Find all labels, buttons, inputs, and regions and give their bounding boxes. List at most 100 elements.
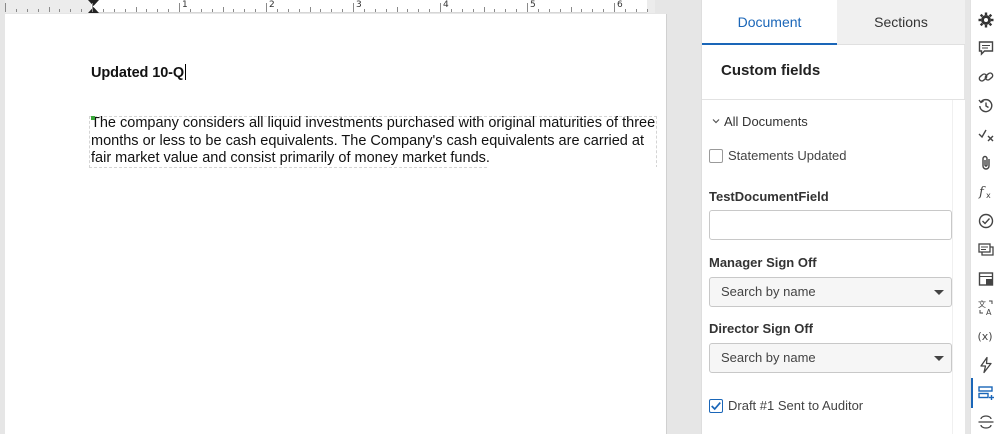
check-circle-icon[interactable] [977,212,995,230]
ruler-tick [462,9,463,12]
ruler-tick [27,9,28,12]
active-indicator [971,378,973,408]
dropdown-arrow-icon [934,356,944,361]
ruler-tick [277,9,278,12]
ruler-tick [49,7,50,12]
ruler-tick [244,9,245,12]
table-icon[interactable] [977,270,995,288]
ruler-tick [473,9,474,12]
ruler-tick [179,3,180,12]
paragraph-marker [91,116,95,120]
ruler-tick [516,9,517,12]
ruler-tick [136,7,137,12]
ruler-tick [527,3,528,12]
ruler-tick [81,9,82,12]
lightning-icon[interactable] [977,356,995,374]
ruler-number: 1 [182,0,188,10]
ruler-number: 2 [269,0,275,10]
ruler-tick [429,9,430,12]
ruler-left-margin [5,0,91,13]
ruler[interactable]: 1 2 3 4 5 6 [5,0,655,13]
link-icon[interactable] [977,68,995,86]
ruler-tick [342,9,343,12]
ruler-tick [364,9,365,12]
spellcheck-icon[interactable] [977,126,995,144]
ruler-tick [647,9,648,12]
translate-icon[interactable]: 文A [977,298,995,316]
ruler-tick [212,9,213,12]
ruler-tick [636,9,637,12]
ruler-tick [320,9,321,12]
ruler-tick [397,7,398,12]
ruler-tick [505,9,506,12]
ruler-tick [146,9,147,12]
ruler-tick [560,9,561,12]
ruler-tick [288,9,289,12]
ruler-number: 5 [530,0,536,10]
ruler-tick [538,9,539,12]
ruler-tick [353,3,354,12]
text-caret [185,64,187,80]
director-sign-off-label: Director Sign Off [709,321,814,336]
formula-icon[interactable]: fx [977,183,995,201]
ruler-tick [201,9,202,12]
comments-stack-icon[interactable] [977,241,995,259]
svg-text:x: x [986,191,991,200]
test-document-field-label: TestDocumentField [709,189,829,204]
ruler-tick [386,9,387,12]
section-break-icon[interactable] [977,413,995,431]
editor-area: 1 2 3 4 5 6 Updated 10-Q The company consider… [0,0,700,434]
draft-sent-checkbox[interactable]: Draft #1 Sent to Auditor [709,398,863,413]
manager-sign-off-select[interactable]: Search by name [709,277,952,307]
ruler-tick [5,3,6,12]
ruler-tick [494,9,495,12]
ruler-tick [440,3,441,12]
ruler-tick [603,9,604,12]
panel-scrollbar[interactable] [952,100,965,434]
ruler-tick [103,9,104,12]
indent-marker-icon[interactable] [88,0,99,13]
custom-fields-icon[interactable] [977,384,995,402]
checkmark-icon [711,402,721,411]
test-document-field-input[interactable] [709,210,952,240]
svg-text:文: 文 [978,299,986,309]
checkbox-unchecked[interactable] [709,149,723,163]
document-paragraph[interactable]: The company considers all liquid investm… [91,115,661,168]
manager-sign-off-placeholder: Search by name [721,284,816,299]
app-window: 1 2 3 4 5 6 Updated 10-Q The company consider… [0,0,1000,434]
ruler-tick [484,7,485,12]
gear-icon[interactable] [977,11,995,29]
ruler-number: 6 [617,0,623,10]
ruler-tick [92,3,93,12]
variable-icon[interactable]: (x) [977,327,995,345]
svg-text:f: f [978,185,986,200]
ruler-tick [233,9,234,12]
ruler-tick [331,9,332,12]
ruler-tick [125,9,126,12]
attachment-icon[interactable] [977,154,995,172]
history-icon[interactable] [977,97,995,115]
document-title[interactable]: Updated 10-Q [91,64,187,81]
ruler-tick [70,9,71,12]
tab-document[interactable]: Document [702,0,837,45]
ruler-tick [571,7,572,12]
ruler-tick [157,9,158,12]
ruler-tick [614,3,615,12]
group-all-documents[interactable]: All Documents [712,114,808,129]
comment-icon[interactable] [977,39,995,57]
ruler-tick [114,9,115,12]
statements-updated-checkbox[interactable]: Statements Updated [709,148,847,163]
ruler-tick [168,9,169,12]
ruler-tick [299,9,300,12]
director-sign-off-select[interactable]: Search by name [709,343,952,373]
dropdown-arrow-icon [934,290,944,295]
ruler-tick [407,9,408,12]
group-label: All Documents [724,114,808,129]
tab-sections[interactable]: Sections [837,0,965,45]
checkbox-checked[interactable] [709,399,723,413]
document-page[interactable]: Updated 10-Q The company considers all l… [5,14,667,434]
ruler-tick [255,9,256,12]
ruler-number: 4 [443,0,449,10]
ruler-tick [375,9,376,12]
svg-text:(x): (x) [978,330,993,343]
